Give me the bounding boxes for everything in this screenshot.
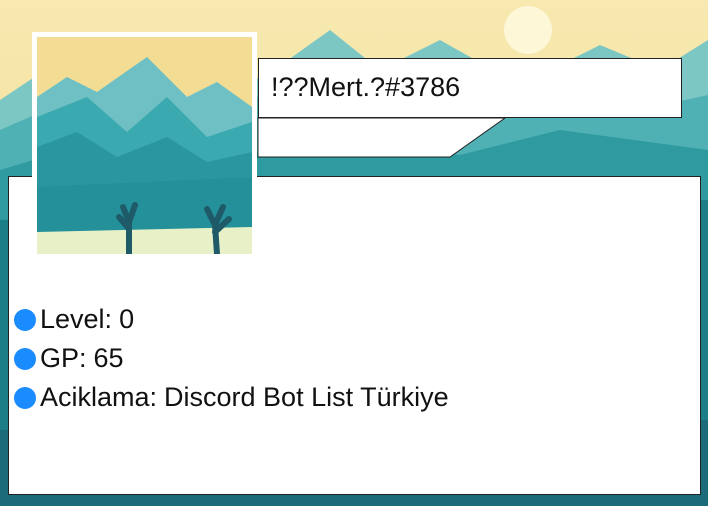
username-text: !??Mert.?#3786 bbox=[271, 72, 461, 102]
stat-label: GP: bbox=[40, 343, 87, 373]
bullet-icon bbox=[14, 386, 36, 409]
stat-level: Level: 0 bbox=[14, 300, 449, 339]
username-box: !??Mert.?#3786 bbox=[258, 58, 682, 118]
stat-value: Discord Bot List Türkiye bbox=[164, 382, 449, 412]
stat-description: Aciklama: Discord Bot List Türkiye bbox=[14, 378, 449, 417]
bullet-icon bbox=[14, 347, 36, 370]
stat-gp: GP: 65 bbox=[14, 339, 449, 378]
stat-value: 0 bbox=[119, 304, 135, 334]
stat-value: 65 bbox=[93, 343, 124, 373]
bullet-icon bbox=[14, 308, 36, 331]
stat-label: Aciklama: bbox=[40, 382, 158, 412]
mountain-deer-icon bbox=[37, 37, 252, 254]
avatar bbox=[32, 32, 257, 254]
stat-label: Level: bbox=[40, 304, 113, 334]
stats-list: Level: 0 GP: 65 Aciklama: Discord Bot Li… bbox=[14, 300, 449, 417]
